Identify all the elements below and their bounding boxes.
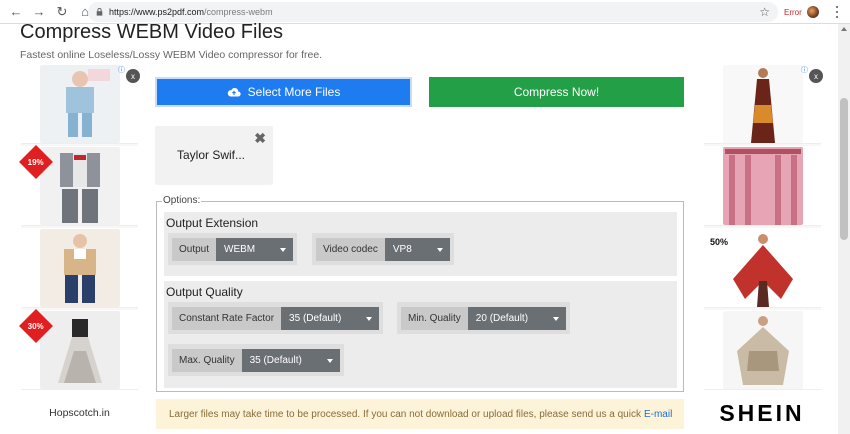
ad-product-tile[interactable]: 30% — [19, 309, 138, 390]
chevron-down-icon — [280, 247, 287, 252]
product-image — [722, 64, 803, 143]
chevron-down-icon — [326, 358, 333, 363]
output-quality-section: Output Quality Constant Rate Factor 35 (… — [164, 281, 677, 388]
page-title: Compress WEBM Video Files — [20, 21, 284, 43]
profile-error-chip[interactable]: Error — [784, 4, 819, 20]
error-label: Error — [784, 7, 802, 17]
close-icon[interactable]: x — [809, 69, 823, 83]
left-ad-column[interactable]: 19% 30% — [19, 64, 138, 390]
output-format-label: Output — [172, 237, 217, 261]
product-image — [722, 146, 803, 225]
browser-menu-icon[interactable] — [832, 5, 842, 19]
back-arrow-icon[interactable]: ← — [6, 2, 26, 22]
section-title: Output Extension — [166, 216, 259, 230]
cloud-upload-icon — [227, 88, 241, 97]
output-extension-section: Output Extension Output WEBM Video codec… — [164, 212, 677, 276]
file-card: Taylor Swif... ✖ — [155, 126, 273, 185]
max-quality-control[interactable]: Max. Quality 35 (Default) — [168, 344, 344, 376]
scroll-up-icon[interactable] — [841, 27, 847, 31]
select-button-label: Select More Files — [247, 85, 341, 99]
file-name: Taylor Swif... — [177, 148, 246, 162]
notice-text: Larger files may take time to be process… — [169, 408, 641, 420]
output-format-select[interactable]: WEBM — [216, 237, 294, 261]
compress-now-button[interactable]: Compress Now! — [429, 77, 684, 107]
options-legend: Options: — [162, 195, 202, 206]
max-quality-select[interactable]: 35 (Default) — [241, 348, 340, 372]
ad-product-tile[interactable] — [704, 146, 821, 226]
reload-icon[interactable]: ↻ — [52, 2, 72, 22]
video-codec-label: Video codec — [316, 237, 385, 261]
product-image — [39, 228, 120, 307]
product-image — [722, 228, 803, 307]
ad-product-tile[interactable] — [704, 64, 821, 144]
min-quality-value: 20 (Default) — [475, 312, 529, 324]
ad-product-tile[interactable]: 19% — [19, 145, 138, 226]
forward-arrow-icon[interactable]: → — [29, 2, 49, 22]
email-link[interactable]: E-mail — [644, 409, 672, 420]
chevron-down-icon — [436, 247, 443, 252]
crf-control[interactable]: Constant Rate Factor 35 (Default) — [168, 302, 384, 334]
ad-product-tile[interactable] — [21, 64, 138, 144]
video-codec-value: VP8 — [392, 243, 412, 255]
bookmark-star-icon[interactable]: ☆ — [759, 5, 770, 19]
ad-product-tile[interactable] — [21, 228, 138, 308]
right-ad-column[interactable]: 50% — [704, 64, 821, 390]
output-format-value: WEBM — [224, 243, 256, 255]
min-quality-select[interactable]: 20 (Default) — [467, 306, 566, 330]
crf-select[interactable]: 35 (Default) — [281, 306, 380, 330]
video-codec-select[interactable]: VP8 — [384, 237, 450, 261]
section-title: Output Quality — [166, 285, 243, 299]
ad-brand-logo[interactable]: SHEIN — [706, 400, 818, 427]
ad-info-icon[interactable]: ⓘ — [801, 65, 808, 75]
discount-badge: 50% — [710, 237, 729, 247]
product-image — [39, 64, 120, 143]
product-image — [39, 310, 120, 389]
scrollbar-thumb[interactable] — [840, 98, 848, 240]
chevron-down-icon — [366, 316, 373, 321]
url-host: https://www.ps2pdf.com — [109, 7, 205, 17]
crf-label: Constant Rate Factor — [172, 306, 282, 330]
product-image — [39, 146, 120, 225]
crf-value: 35 (Default) — [289, 312, 342, 324]
max-quality-value: 35 (Default) — [249, 354, 302, 366]
address-bar[interactable]: https://www.ps2pdf.com/compress-webm ☆ — [88, 2, 778, 22]
output-format-control[interactable]: Output WEBM — [168, 233, 298, 265]
select-more-files-button[interactable]: Select More Files — [155, 77, 412, 107]
video-codec-control[interactable]: Video codec VP8 — [312, 233, 454, 265]
max-quality-label: Max. Quality — [172, 348, 242, 372]
lock-icon — [96, 8, 103, 16]
ad-product-tile[interactable] — [704, 310, 821, 390]
min-quality-label: Min. Quality — [401, 306, 468, 330]
ad-product-tile[interactable]: 50% — [704, 228, 821, 308]
url-path: /compress-webm — [204, 7, 273, 17]
file-size-notice: Larger files may take time to be process… — [156, 399, 684, 429]
product-image — [722, 310, 803, 389]
chevron-down-icon — [552, 316, 559, 321]
remove-file-icon[interactable]: ✖ — [254, 130, 266, 147]
min-quality-control[interactable]: Min. Quality 20 (Default) — [397, 302, 570, 334]
page-subtitle: Fastest online Loseless/Lossy WEBM Video… — [20, 49, 323, 61]
ad-brand-caption[interactable]: Hopscotch.in — [21, 407, 138, 419]
close-icon[interactable]: x — [126, 69, 140, 83]
compress-button-label: Compress Now! — [513, 85, 600, 99]
avatar — [806, 6, 819, 18]
ad-info-icon[interactable]: ⓘ — [118, 65, 125, 75]
